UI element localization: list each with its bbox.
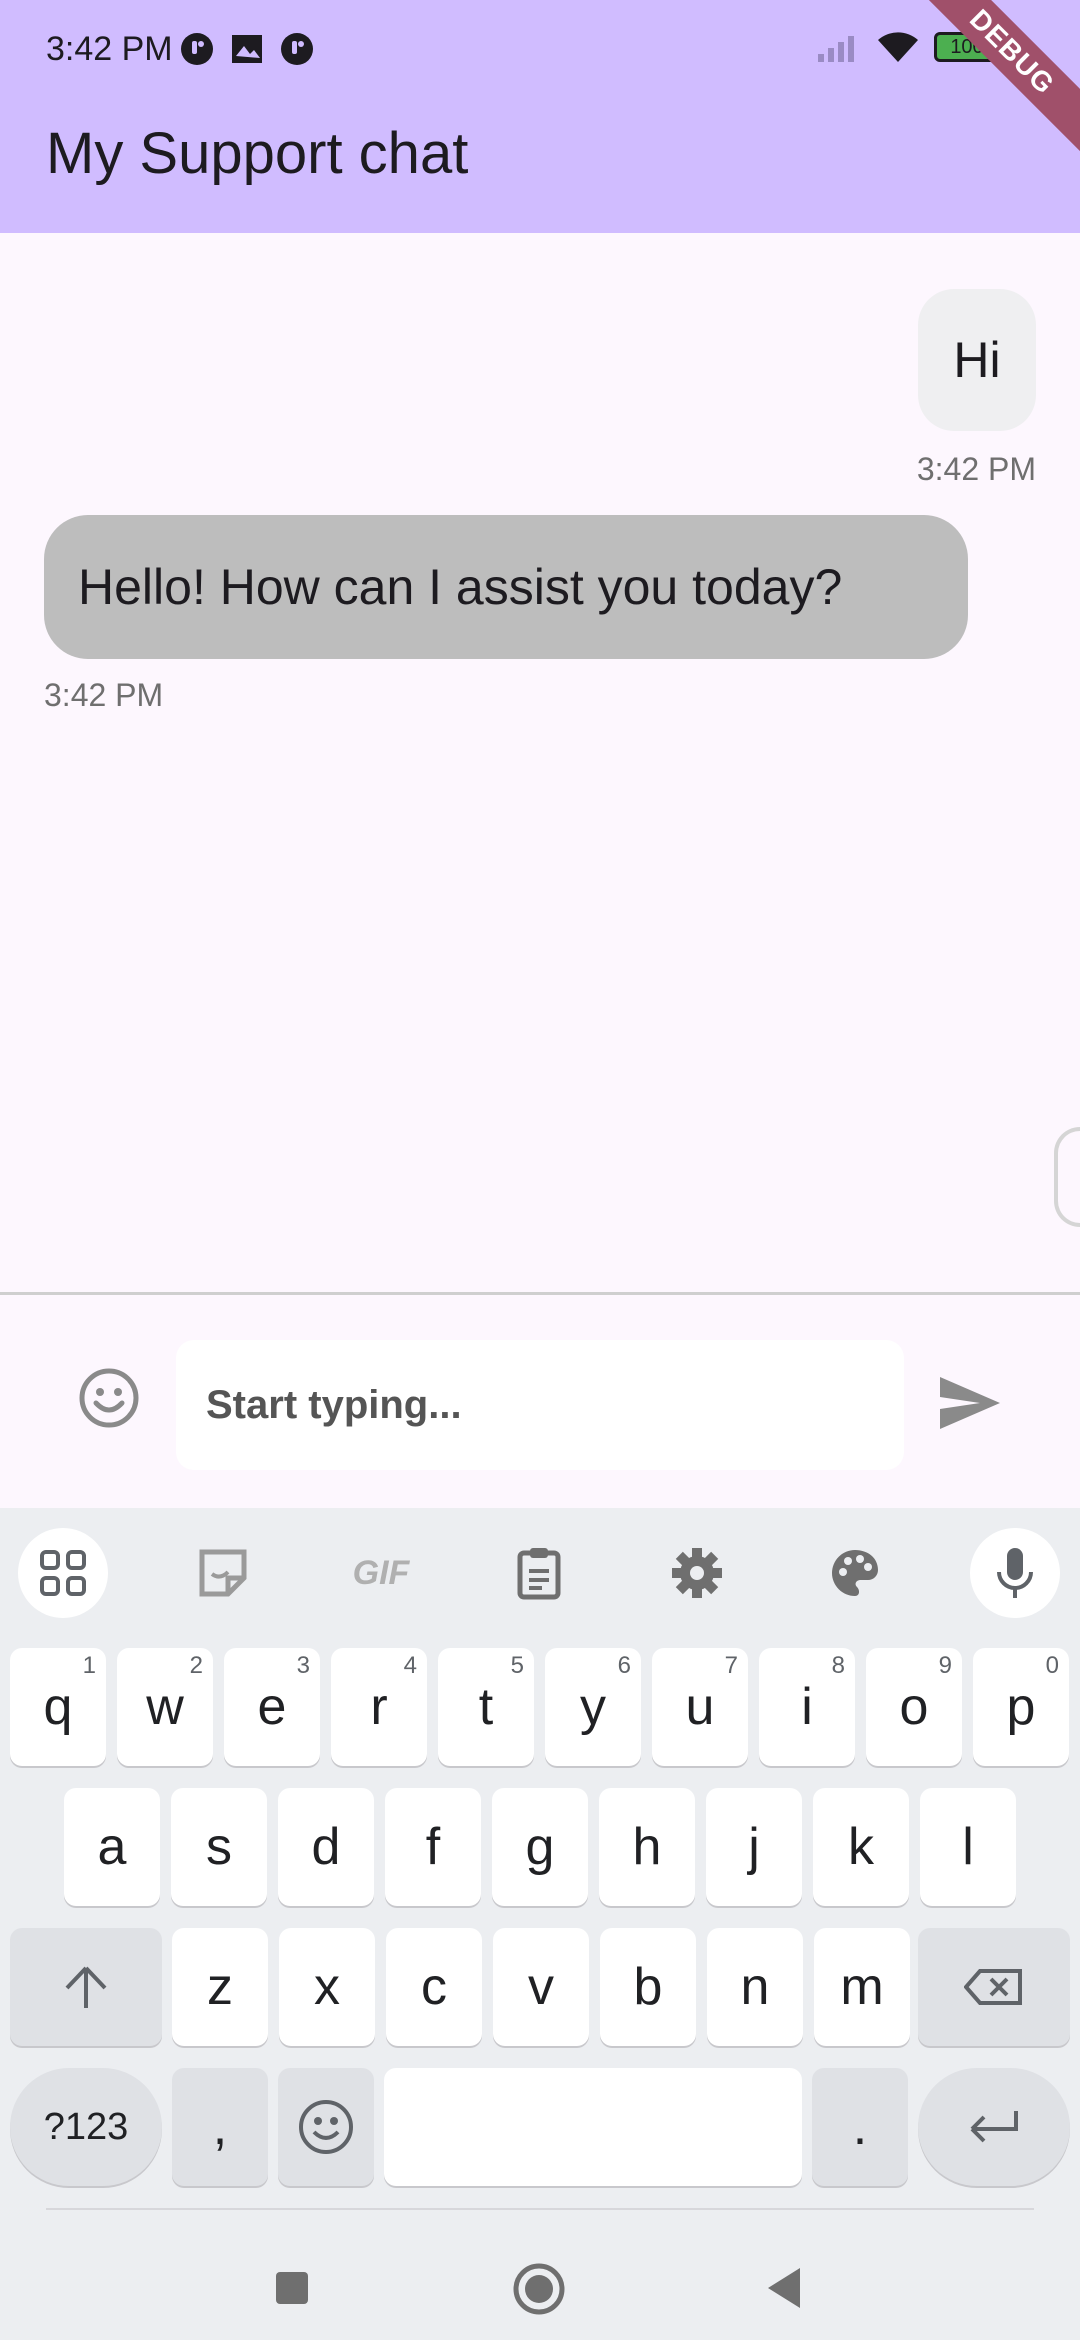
- bot-message-time: 3:42 PM: [44, 677, 164, 713]
- key-number-hint: 1: [82, 1652, 96, 1679]
- user-message-text: Hi: [953, 332, 1001, 388]
- key-r[interactable]: r4: [331, 1648, 427, 1766]
- key-letter: o: [899, 1678, 929, 1736]
- key-y[interactable]: y6: [545, 1648, 641, 1766]
- settings-icon[interactable]: [652, 1528, 742, 1618]
- key-o[interactable]: o9: [866, 1648, 962, 1766]
- key-w[interactable]: w2: [117, 1648, 213, 1766]
- page-title: My Support chat: [46, 121, 469, 186]
- emoji-icon[interactable]: [78, 1367, 140, 1429]
- soft-keyboard: GIF q1w2e3r4t5y6u7i8o9p0 asdfghjkl zxcvb…: [0, 1508, 1080, 2340]
- send-icon[interactable]: [938, 1375, 1002, 1431]
- mic-icon[interactable]: [970, 1528, 1060, 1618]
- app-header: 3:42 PM 100 DEBUG My Support chat: [0, 0, 1080, 233]
- key-e[interactable]: e3: [224, 1648, 320, 1766]
- key-b[interactable]: b: [600, 1928, 696, 2046]
- key-z[interactable]: z: [172, 1928, 268, 2046]
- space-key[interactable]: [384, 2068, 802, 2186]
- key-number-hint: 3: [296, 1652, 310, 1679]
- key-f[interactable]: f: [385, 1788, 481, 1906]
- notification-icon: [181, 33, 213, 65]
- clipboard-icon[interactable]: [494, 1528, 584, 1618]
- key-number-hint: 9: [938, 1652, 952, 1679]
- bot-message-text: Hello! How can I assist you today?: [78, 559, 843, 615]
- status-time: 3:42 PM: [46, 30, 173, 68]
- emoji-key-icon: [299, 2100, 353, 2154]
- back-icon[interactable]: [764, 2266, 804, 2310]
- key-letter: u: [685, 1678, 715, 1736]
- message-composer: [0, 1292, 1080, 1508]
- key-p[interactable]: p0: [973, 1648, 1069, 1766]
- key-letter: e: [257, 1678, 287, 1736]
- enter-key[interactable]: [918, 2068, 1070, 2186]
- key-letter: y: [580, 1678, 606, 1736]
- key-letter: i: [801, 1678, 813, 1736]
- home-icon[interactable]: [512, 2262, 566, 2316]
- key-number-hint: 0: [1045, 1652, 1059, 1679]
- enter-icon: [970, 2111, 1018, 2143]
- keyboard-toolbar: GIF: [0, 1508, 1080, 1628]
- apps-icon[interactable]: [18, 1528, 108, 1618]
- user-message-bubble[interactable]: Hi: [918, 289, 1036, 431]
- key-j[interactable]: j: [706, 1788, 802, 1906]
- key-letter: q: [43, 1678, 73, 1736]
- key-letter: t: [478, 1678, 494, 1736]
- key-v[interactable]: v: [493, 1928, 589, 2046]
- key-l[interactable]: l: [920, 1788, 1016, 1906]
- key-k[interactable]: k: [813, 1788, 909, 1906]
- key-i[interactable]: i8: [759, 1648, 855, 1766]
- key-q[interactable]: q1: [10, 1648, 106, 1766]
- status-bar: 3:42 PM 100: [0, 0, 1080, 100]
- key-u[interactable]: u7: [652, 1648, 748, 1766]
- bot-message-bubble[interactable]: Hello! How can I assist you today?: [44, 515, 968, 659]
- wifi-icon: [878, 32, 918, 62]
- sticker-icon[interactable]: [178, 1528, 268, 1618]
- key-h[interactable]: h: [599, 1788, 695, 1906]
- shift-key[interactable]: [10, 1928, 162, 2046]
- key-number-hint: 7: [724, 1652, 738, 1679]
- keyboard-divider: [46, 2208, 1034, 2210]
- key-g[interactable]: g: [492, 1788, 588, 1906]
- shift-arrow-icon: [65, 1966, 107, 2008]
- key-d[interactable]: d: [278, 1788, 374, 1906]
- key-letter: w: [146, 1678, 184, 1736]
- key-number-hint: 2: [189, 1652, 203, 1679]
- emoji-key[interactable]: [278, 2068, 374, 2186]
- key-x[interactable]: x: [279, 1928, 375, 2046]
- chat-message-list[interactable]: Hi 3:42 PM Hello! How can I assist you t…: [0, 233, 1080, 1293]
- key-number-hint: 6: [617, 1652, 631, 1679]
- key-m[interactable]: m: [814, 1928, 910, 2046]
- key-number-hint: 4: [403, 1652, 417, 1679]
- comma-key[interactable]: ,: [172, 2068, 268, 2186]
- notification-icon-2: [281, 33, 313, 65]
- key-letter: r: [370, 1678, 388, 1736]
- signal-icon: [818, 36, 854, 62]
- gif-icon[interactable]: GIF: [336, 1528, 426, 1618]
- key-number-hint: 5: [510, 1652, 524, 1679]
- message-input[interactable]: [176, 1340, 904, 1470]
- edge-scroll-handle[interactable]: [1054, 1127, 1080, 1227]
- key-t[interactable]: t5: [438, 1648, 534, 1766]
- key-n[interactable]: n: [707, 1928, 803, 2046]
- palette-icon[interactable]: [810, 1528, 900, 1618]
- backspace-key[interactable]: [918, 1928, 1070, 2046]
- gallery-notification-icon: [232, 35, 262, 63]
- symbols-key[interactable]: ?123: [10, 2068, 162, 2186]
- user-message-time: 3:42 PM: [916, 451, 1036, 487]
- key-number-hint: 8: [831, 1652, 845, 1679]
- key-a[interactable]: a: [64, 1788, 160, 1906]
- key-s[interactable]: s: [171, 1788, 267, 1906]
- navigation-bar: [0, 2252, 1080, 2340]
- key-letter: p: [1006, 1678, 1036, 1736]
- period-key[interactable]: .: [812, 2068, 908, 2186]
- recents-icon[interactable]: [274, 2270, 310, 2306]
- key-c[interactable]: c: [386, 1928, 482, 2046]
- backspace-icon: [964, 1969, 1022, 2005]
